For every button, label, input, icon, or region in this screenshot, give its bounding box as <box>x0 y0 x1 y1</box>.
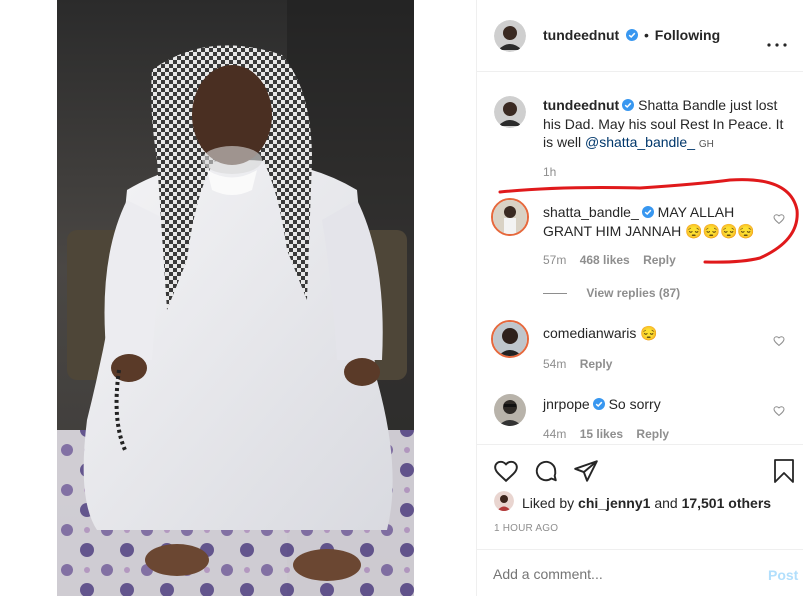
liked-by-prefix: Liked by <box>522 495 575 511</box>
comment-time[interactable]: 57m <box>543 253 566 267</box>
commenter-username[interactable]: jnrpope <box>543 396 590 412</box>
comment-like-heart-icon[interactable] <box>773 334 785 352</box>
reply-button[interactable]: Reply <box>643 253 676 267</box>
reply-button[interactable]: Reply <box>580 357 613 371</box>
commenter-avatar[interactable] <box>494 394 526 426</box>
liked-by-user[interactable]: chi_jenny1 <box>578 495 650 511</box>
commenter-avatar[interactable] <box>491 320 529 358</box>
author-avatar[interactable] <box>494 20 526 52</box>
comment-input[interactable] <box>493 564 733 584</box>
comment-like-heart-icon[interactable] <box>773 404 785 422</box>
comment-text: 😔 <box>640 325 658 341</box>
replies-divider <box>543 293 567 295</box>
liked-by-joiner: and <box>654 495 678 511</box>
commenter-avatar[interactable] <box>491 198 529 236</box>
following-button[interactable]: Following <box>655 27 720 43</box>
verified-icon <box>592 396 605 414</box>
heart-icon[interactable] <box>493 458 519 489</box>
reply-button[interactable]: Reply <box>636 427 669 441</box>
caption-username[interactable]: tundeednut <box>543 97 619 113</box>
comment-likes[interactable]: 468 likes <box>580 253 630 267</box>
verified-icon <box>641 204 654 222</box>
comment-time[interactable]: 54m <box>543 357 566 371</box>
comment-text: So sorry <box>608 396 661 412</box>
post-header: tundeednut • Following <box>477 0 803 72</box>
separator-dot: • <box>644 27 649 43</box>
view-replies-button[interactable]: View replies (87) <box>586 286 680 300</box>
more-options-icon[interactable] <box>767 34 787 52</box>
comment-icon[interactable] <box>533 458 559 489</box>
caption-time[interactable]: 1h <box>543 165 556 179</box>
caption-mention-link[interactable]: @shatta_bandle_ <box>585 134 695 150</box>
liker-avatar[interactable] <box>494 491 514 511</box>
comment-likes[interactable]: 15 likes <box>580 427 623 441</box>
bookmark-icon[interactable] <box>772 458 796 489</box>
post-photo-pane <box>0 0 476 596</box>
caption-avatar[interactable] <box>494 96 526 128</box>
verified-icon <box>626 28 639 44</box>
share-icon[interactable] <box>573 458 599 489</box>
comment-composer: Post <box>477 549 803 596</box>
verified-icon <box>622 97 635 115</box>
post-comment-button[interactable]: Post <box>768 567 798 583</box>
commenter-username[interactable]: shatta_bandle_ <box>543 204 639 220</box>
commenter-username[interactable]: comedianwaris <box>543 325 636 341</box>
post-timestamp[interactable]: 1 HOUR AGO <box>494 523 558 534</box>
post-photo <box>57 0 414 596</box>
caption-location-tag: GH <box>698 139 714 151</box>
comment-like-heart-icon[interactable] <box>773 212 785 230</box>
comment-time[interactable]: 44m <box>543 427 566 441</box>
author-username[interactable]: tundeednut <box>543 27 619 43</box>
liked-by-others[interactable]: 17,501 others <box>682 495 772 511</box>
post-side-panel: tundeednut • Following tundeednut Shatta… <box>476 0 803 596</box>
